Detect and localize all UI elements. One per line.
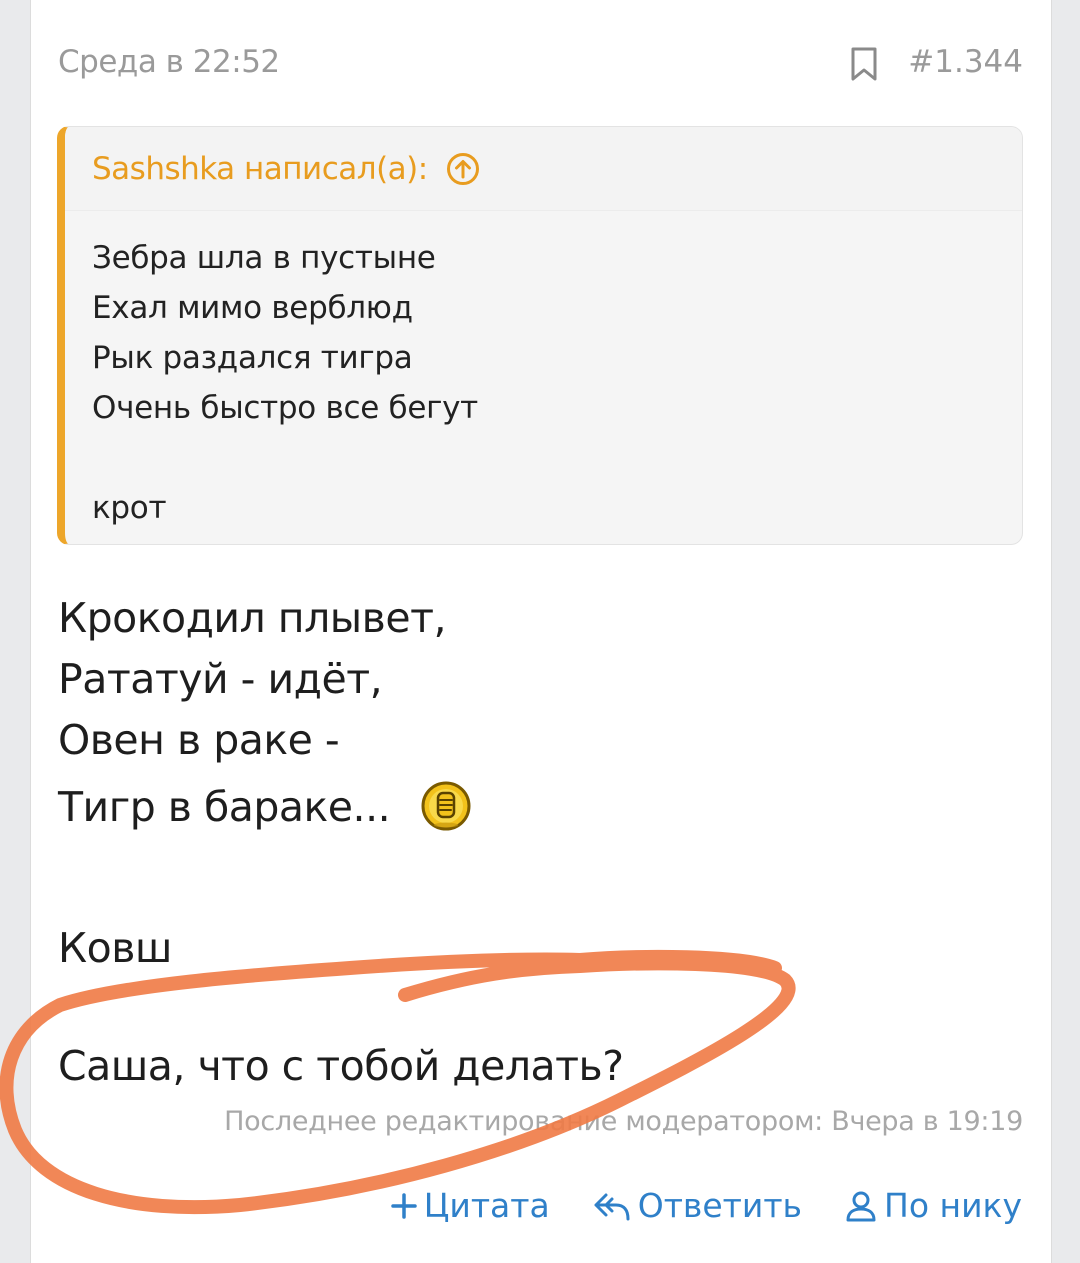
post-line-text: Рататуй - идёт, (58, 655, 383, 703)
by-nick-button-label: По нику (884, 1186, 1022, 1225)
post-actions: Цитата Ответить По нику (348, 1186, 1022, 1225)
post-line: Рататуй - идёт, (58, 649, 623, 710)
quote-button[interactable]: Цитата (390, 1186, 550, 1225)
post-line: Ковш (58, 924, 172, 972)
quote-author-link[interactable]: Sashshka написал(а): (92, 151, 428, 187)
quote-body: Зебра шла в пустыне Ехал мимо верблюд Ры… (65, 211, 1022, 533)
reply-button[interactable]: Ответить (592, 1186, 802, 1225)
by-nick-button[interactable]: По нику (844, 1186, 1022, 1225)
post-date[interactable]: Среда в 22:52 (58, 44, 280, 80)
quote-button-label: Цитата (423, 1186, 550, 1225)
quote-line: Рык раздался тигра (92, 340, 413, 376)
arrow-up-circle-icon[interactable] (446, 152, 480, 186)
post-line: Тигр в бараке... (58, 771, 623, 843)
post-line: Крокодил плывет, (58, 594, 447, 642)
quote-line: Зебра шла в пустыне (92, 240, 436, 276)
user-icon (846, 1191, 876, 1221)
plus-icon (391, 1192, 417, 1219)
post-body: Крокодил плывет, Рататуй - идёт, Овен в … (58, 588, 624, 1097)
quote-line: Ехал мимо верблюд (92, 290, 413, 326)
thumbs-up-smiley-icon (421, 781, 471, 831)
post-line (58, 979, 623, 1040)
bookmark-icon[interactable] (848, 46, 880, 82)
quote-line (92, 433, 1022, 483)
edit-note: Последнее редактирование модератором: Вч… (224, 1106, 1023, 1137)
quote-header: Sashshka написал(а): (65, 127, 1022, 211)
post-line: Овен в раке - (58, 716, 340, 764)
quote-line: крот (92, 490, 167, 526)
quote-block: Sashshka написал(а): Зебра шла в пустыне… (57, 126, 1023, 545)
post-line-text: Тигр в бараке... (58, 783, 391, 831)
reply-button-label: Ответить (637, 1186, 803, 1225)
quote-line: Очень быстро все бегут (92, 390, 478, 426)
reply-arrow-icon (594, 1193, 630, 1220)
post-line: Саша, что с тобой делать? (58, 1042, 624, 1090)
post-number-link[interactable]: #1.344 (908, 44, 1023, 80)
post-line (58, 843, 623, 904)
